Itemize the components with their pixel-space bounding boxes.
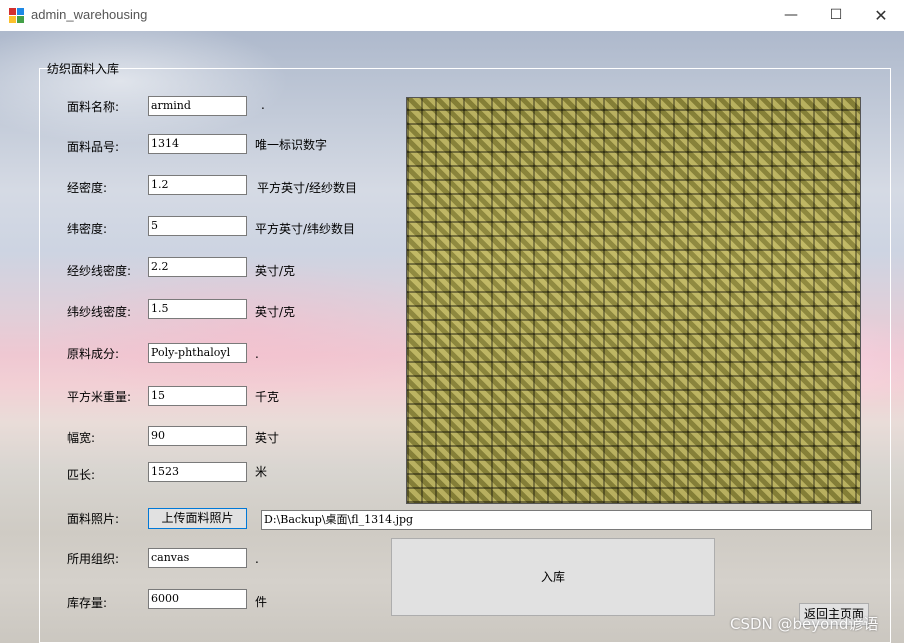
- fabric-name-suffix: .: [261, 98, 265, 112]
- weft-density-suffix: 平方英寸/纬纱数目: [255, 222, 356, 236]
- weft-yarn-density-input[interactable]: 1.5: [148, 299, 247, 319]
- groupbox-title: 纺织面料入库: [47, 62, 120, 76]
- warp-density-label: 经密度:: [67, 181, 108, 195]
- fabric-code-input[interactable]: 1314: [148, 134, 247, 154]
- warp-yarn-density-label: 经纱线密度:: [67, 264, 132, 278]
- instock-button[interactable]: 入库: [391, 538, 715, 616]
- gsm-input[interactable]: 15: [148, 386, 247, 406]
- weave-input[interactable]: canvas: [148, 548, 247, 568]
- width-suffix: 英寸: [255, 431, 280, 445]
- close-button[interactable]: ✕: [858, 0, 904, 31]
- warp-density-suffix: 平方英寸/经纱数目: [257, 181, 358, 195]
- length-label: 匹长:: [67, 468, 96, 482]
- maximize-button[interactable]: ☐: [813, 0, 859, 31]
- minimize-button[interactable]: —: [768, 0, 814, 31]
- stock-input[interactable]: 6000: [148, 589, 247, 609]
- photo-path-input[interactable]: D:\Backup\桌面\fl_1314.jpg: [261, 510, 872, 530]
- fabric-photo: [406, 97, 861, 504]
- app-icon: [9, 8, 25, 24]
- stock-label: 库存量:: [67, 596, 108, 610]
- fabric-code-label: 面料品号:: [67, 140, 120, 154]
- fabric-code-suffix: 唯一标识数字: [255, 138, 328, 152]
- title-bar: admin_warehousing — ☐ ✕: [0, 0, 904, 32]
- weft-density-label: 纬密度:: [67, 222, 108, 236]
- fabric-name-label: 面料名称:: [67, 100, 120, 114]
- stock-suffix: 件: [255, 595, 268, 609]
- length-input[interactable]: 1523: [148, 462, 247, 482]
- material-label: 原料成分:: [67, 347, 120, 361]
- weave-label: 所用组织:: [67, 552, 120, 566]
- weft-yarn-density-suffix: 英寸/克: [255, 305, 296, 319]
- width-input[interactable]: 90: [148, 426, 247, 446]
- window-title: admin_warehousing: [31, 7, 148, 22]
- gsm-label: 平方米重量:: [67, 390, 132, 404]
- warp-density-input[interactable]: 1.2: [148, 175, 247, 195]
- gsm-suffix: 千克: [255, 390, 280, 404]
- warp-yarn-density-suffix: 英寸/克: [255, 264, 296, 278]
- photo-label: 面料照片:: [67, 512, 120, 526]
- width-label: 幅宽:: [67, 431, 96, 445]
- warp-yarn-density-input[interactable]: 2.2: [148, 257, 247, 277]
- material-input[interactable]: Poly-phthaloyl: [148, 343, 247, 363]
- weave-suffix: .: [255, 552, 259, 566]
- weft-density-input[interactable]: 5: [148, 216, 247, 236]
- csdn-watermark: CSDN @beyond谚语: [730, 615, 879, 633]
- form-client-area: 纺织面料入库 面料名称: armind . 面料品号: 1314 唯一标识数字 …: [0, 31, 904, 643]
- length-suffix: 米: [255, 465, 268, 479]
- upload-photo-button[interactable]: 上传面料照片: [148, 508, 247, 529]
- fabric-name-input[interactable]: armind: [148, 96, 247, 116]
- material-suffix: .: [255, 347, 259, 361]
- weft-yarn-density-label: 纬纱线密度:: [67, 305, 132, 319]
